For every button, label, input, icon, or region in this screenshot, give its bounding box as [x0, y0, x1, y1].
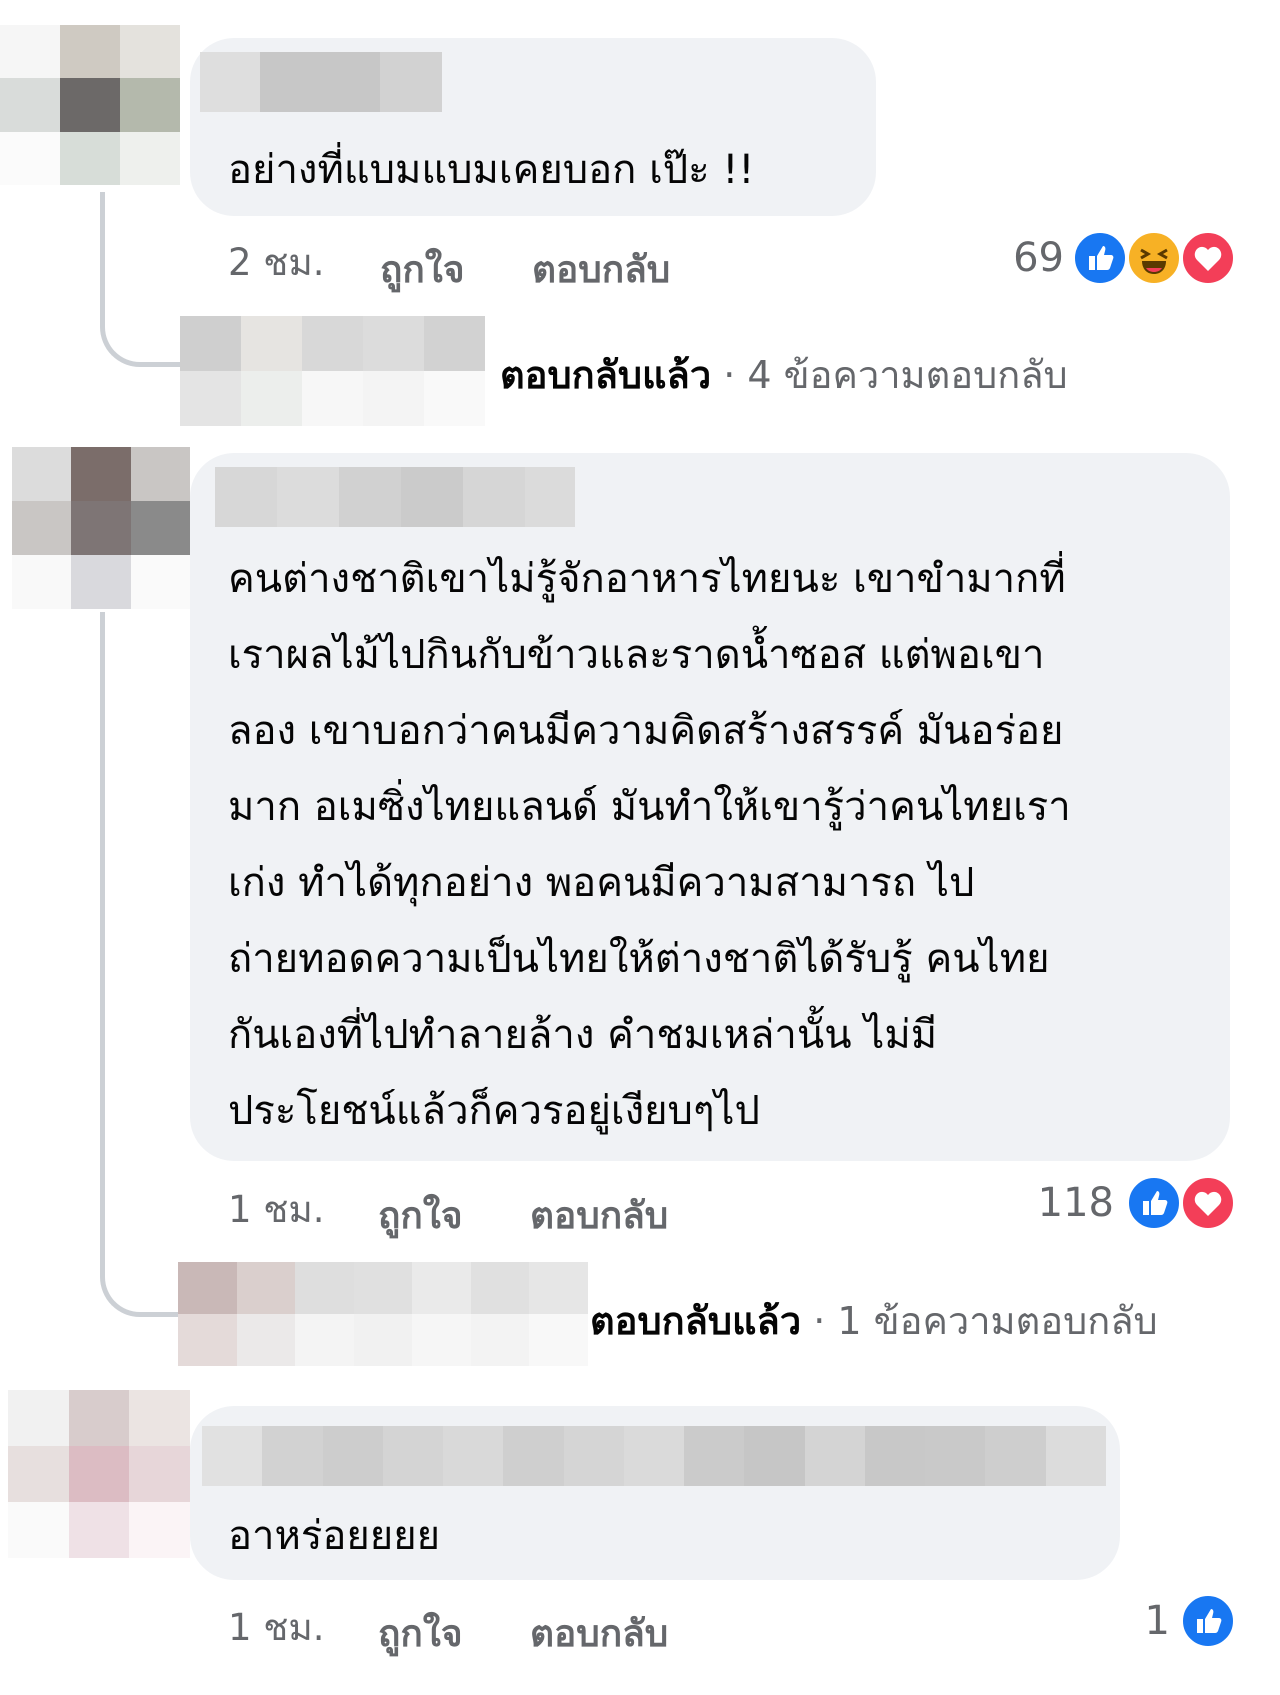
reaction-count[interactable]: 118	[1020, 1180, 1114, 1226]
comment-time[interactable]: 2 ชม.	[228, 233, 325, 292]
like-button[interactable]: ถูกใจ	[378, 1604, 463, 1663]
like-icon	[1126, 1175, 1182, 1231]
separator: ·	[711, 353, 748, 397]
comment-text: อย่างที่แบมแบมเคยบอก เป๊ะ !!	[228, 147, 755, 193]
view-replies-link[interactable]: ตอบกลับแล้ว · 4 ข้อความตอบกลับ	[500, 344, 1068, 405]
replies-count: 4 ข้อความตอบกลับ	[747, 353, 1068, 397]
like-button[interactable]: ถูกใจ	[380, 240, 465, 299]
like-icon	[1072, 230, 1128, 286]
thread-line	[100, 192, 185, 367]
reply-button[interactable]: ตอบกลับ	[530, 1186, 668, 1245]
comment-text: คนต่างชาติเขาไม่รู้จักอาหารไทยนะ เขาขำมา…	[228, 556, 1071, 1134]
reaction-count[interactable]: 69	[980, 235, 1064, 281]
comment-time[interactable]: 1 ชม.	[228, 1598, 325, 1657]
comment-time[interactable]: 1 ชม.	[228, 1180, 325, 1239]
view-replies-link[interactable]: ตอบกลับแล้ว · 1 ข้อความตอบกลับ	[590, 1290, 1158, 1351]
author-name[interactable]	[202, 1426, 1106, 1486]
comment-text: อาหร่อยยยย	[228, 1513, 441, 1559]
reply-button[interactable]: ตอบกลับ	[532, 240, 670, 299]
reply-avatar-and-name[interactable]	[180, 316, 486, 426]
avatar[interactable]	[8, 1390, 190, 1558]
haha-icon	[1126, 230, 1182, 286]
replied-label: ตอบกลับแล้ว	[500, 353, 712, 397]
replied-label: ตอบกลับแล้ว	[590, 1299, 802, 1343]
like-button[interactable]: ถูกใจ	[378, 1186, 463, 1245]
avatar[interactable]	[12, 447, 190, 609]
reaction-count[interactable]: 1	[1110, 1598, 1170, 1644]
avatar[interactable]	[0, 25, 180, 185]
love-icon	[1180, 230, 1236, 286]
author-name[interactable]	[215, 467, 575, 527]
replies-count: 1 ข้อความตอบกลับ	[837, 1299, 1158, 1343]
like-icon	[1180, 1593, 1236, 1649]
author-name[interactable]	[200, 52, 442, 112]
reply-avatar-and-name[interactable]	[178, 1262, 588, 1366]
separator: ·	[801, 1299, 838, 1343]
love-icon	[1180, 1175, 1236, 1231]
thread-line	[100, 612, 185, 1317]
reply-button[interactable]: ตอบกลับ	[530, 1604, 668, 1663]
